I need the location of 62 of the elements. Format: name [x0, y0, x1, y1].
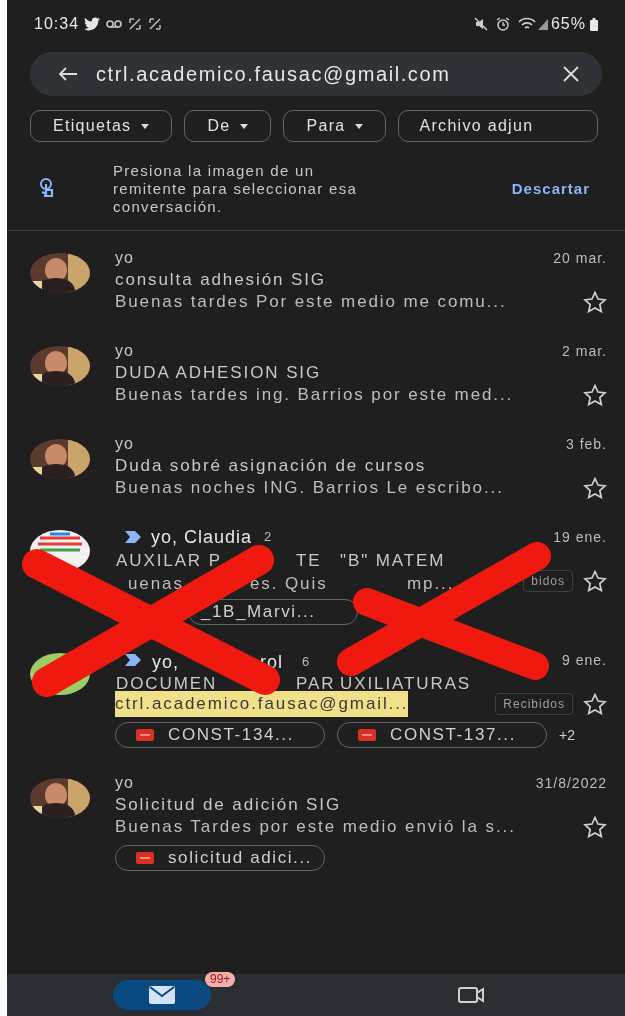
sender-name: yo: [115, 773, 134, 793]
wifi-icon: [517, 17, 536, 31]
snippet-text: uenas: [128, 573, 184, 595]
bird-icon: [84, 17, 101, 31]
date-text: 2 mar.: [562, 341, 607, 361]
subject-text: consulta adhesión SIG: [115, 268, 326, 291]
sender-name: yo: [115, 434, 134, 454]
star-icon[interactable]: [583, 570, 607, 592]
snippet-text: Buenas noches ING. Barrios Le escribo...: [115, 477, 504, 500]
filter-chip[interactable]: Para: [283, 110, 387, 142]
label-tag: bidos: [523, 570, 573, 592]
subject-text: Duda sobré asignación de cursos: [115, 454, 427, 477]
star-icon[interactable]: [583, 816, 607, 838]
mail-icon: [148, 986, 175, 1004]
filter-chip[interactable]: De: [184, 110, 272, 142]
filter-chip[interactable]: Archivo adjun: [398, 110, 599, 142]
sender-name: yo,: [152, 651, 179, 674]
date-text: 20 mar.: [553, 248, 607, 268]
video-icon: [457, 986, 484, 1004]
snippet-text: ctrl.academico.fausac@gmail...: [115, 691, 409, 717]
sender-name: yo: [115, 341, 134, 361]
hint-text: Presiona la imagen de un remitente para seleccionar esa conversación.: [113, 162, 359, 216]
expand-icon: [128, 17, 143, 31]
expand-icon: [148, 17, 163, 31]
subject-text: Solicitud de adición SIG: [115, 793, 342, 816]
label-tag: Recibidos: [495, 693, 573, 715]
subject-text: "B" MATEM: [340, 550, 446, 572]
snippet-text: Buenas tardes ing. Barrios por este med...: [115, 384, 514, 407]
message-count: 2: [264, 528, 272, 547]
date-text: 31/8/2022: [535, 773, 607, 793]
sender-name: yo: [115, 248, 134, 268]
voicemail-icon: [106, 20, 123, 28]
date-text: 19 ene.: [553, 527, 607, 547]
date-text: 3 feb.: [565, 434, 607, 454]
battery-level: 65%: [550, 14, 586, 34]
back-icon[interactable]: [58, 66, 78, 82]
close-icon[interactable]: [562, 65, 580, 83]
alarm-icon: [495, 17, 510, 31]
count-badge: 99+: [205, 972, 236, 987]
battery-icon: [590, 17, 598, 31]
date-text: 9 ene.: [562, 650, 607, 670]
signal-icon: [536, 17, 549, 31]
clock: 10:34: [34, 14, 80, 34]
subject-text: TE: [296, 550, 322, 572]
dismiss-link[interactable]: Descartar: [511, 177, 590, 201]
mute-icon: [473, 17, 488, 31]
subject-text: DUDA ADHESION SIG: [115, 361, 322, 384]
more-count: +2: [559, 725, 575, 745]
snippet-text: mp...: [407, 573, 455, 595]
filter-chip[interactable]: Etiquetas: [30, 110, 173, 142]
mail-tab[interactable]: [112, 980, 211, 1010]
subject-text: AUXILAR P: [116, 550, 222, 572]
star-icon[interactable]: [583, 291, 607, 313]
snippet-text: Buenas tardes Por este medio me comu...: [115, 291, 507, 314]
message-count: 6: [302, 653, 310, 671]
snippet-text: Buenas Tardes por este medio envió la s...: [115, 816, 516, 839]
snippet-text: es. Quis: [250, 573, 328, 595]
star-icon[interactable]: [583, 477, 607, 499]
sender-name: yo, Claudia: [151, 525, 253, 549]
star-icon[interactable]: [583, 693, 607, 715]
search-field[interactable]: ctrl.academico.fausac@gmail.com: [30, 52, 602, 96]
star-icon[interactable]: [583, 384, 607, 406]
